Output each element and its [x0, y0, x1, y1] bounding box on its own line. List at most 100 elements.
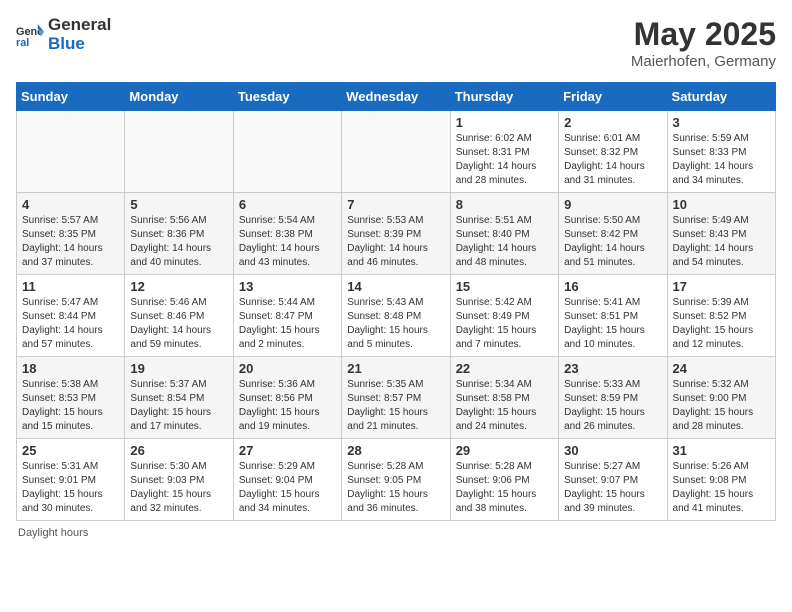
day-number: 13 [239, 279, 336, 294]
calendar-day-cell: 15Sunrise: 5:42 AM Sunset: 8:49 PM Dayli… [450, 275, 558, 357]
day-info: Sunrise: 5:46 AM Sunset: 8:46 PM Dayligh… [130, 296, 227, 352]
calendar-day-cell: 21 Sunrise: 5:35 AM Sunset: 8:57 PM Dayli… [342, 357, 450, 439]
day-number: 22 [456, 361, 553, 376]
day-number: 7 [347, 197, 444, 212]
day-number: 29 [456, 443, 553, 458]
calendar-day-header: Thursday [450, 83, 558, 111]
day-info: Sunrise: 5:29 AM Sunset: 9:04 PM Dayligh… [239, 460, 336, 516]
day-number: 12 [130, 279, 227, 294]
day-number: 31 [673, 443, 770, 458]
day-info: Sunrise: 5:39 AM Sunset: 8:52 PM Dayligh… [673, 296, 770, 352]
calendar-day-cell: 8Sunrise: 5:51 AM Sunset: 8:40 PM Daylig… [450, 193, 558, 275]
calendar-day-cell: 18 Sunrise: 5:38 AM Sunset: 8:53 PM Dayli… [17, 357, 125, 439]
day-number: 23 [564, 361, 661, 376]
footer-note: Daylight hours [16, 527, 776, 539]
day-info: Sunrise: 5:44 AM Sunset: 8:47 PM Dayligh… [239, 296, 336, 352]
day-number: 6 [239, 197, 336, 212]
calendar-day-cell [17, 111, 125, 193]
calendar-day-cell: 20Sunrise: 5:36 AM Sunset: 8:56 PM Dayli… [233, 357, 341, 439]
day-info: Sunrise: 5:38 AM Sunset: 8:53 PM Dayligh… [22, 378, 119, 434]
calendar-day-cell: 12 Sunrise: 5:46 AM Sunset: 8:46 PM Dayli… [125, 275, 233, 357]
calendar-day-cell: 9 Sunrise: 5:50 AM Sunset: 8:42 PM Daylig… [559, 193, 667, 275]
day-number: 15 [456, 279, 553, 294]
calendar-header-row: SundayMondayTuesdayWednesdayThursdayFrid… [17, 83, 776, 111]
day-info: Sunrise: 5:43 AM Sunset: 8:48 PM Dayligh… [347, 296, 444, 352]
day-number: 4 [22, 197, 119, 212]
day-number: 9 [564, 197, 661, 212]
day-info: Sunrise: 5:28 AM Sunset: 9:05 PM Dayligh… [347, 460, 444, 516]
calendar-day-cell: 6Sunrise: 5:54 AM Sunset: 8:38 PM Daylig… [233, 193, 341, 275]
page-header: Gene ral General Blue May 2025 Maierhofe… [16, 16, 776, 70]
day-number: 28 [347, 443, 444, 458]
calendar-day-cell: 25Sunrise: 5:31 AM Sunset: 9:01 PM Dayli… [17, 439, 125, 521]
calendar-day-cell: 11 Sunrise: 5:47 AM Sunset: 8:44 PM Dayli… [17, 275, 125, 357]
calendar-day-cell: 16 Sunrise: 5:41 AM Sunset: 8:51 PM Dayli… [559, 275, 667, 357]
day-info: Sunrise: 5:35 AM Sunset: 8:57 PM Dayligh… [347, 378, 444, 434]
day-info: Sunrise: 5:37 AM Sunset: 8:54 PM Dayligh… [130, 378, 227, 434]
day-number: 11 [22, 279, 119, 294]
day-number: 26 [130, 443, 227, 458]
calendar-week-row: 18 Sunrise: 5:38 AM Sunset: 8:53 PM Dayli… [17, 357, 776, 439]
calendar-week-row: 25Sunrise: 5:31 AM Sunset: 9:01 PM Dayli… [17, 439, 776, 521]
calendar-day-cell: 23 Sunrise: 5:33 AM Sunset: 8:59 PM Dayli… [559, 357, 667, 439]
calendar-day-cell [342, 111, 450, 193]
calendar-week-row: 4Sunrise: 5:57 AM Sunset: 8:35 PM Daylig… [17, 193, 776, 275]
calendar-day-cell: 29 Sunrise: 5:28 AM Sunset: 9:06 PM Dayli… [450, 439, 558, 521]
calendar-day-cell [125, 111, 233, 193]
title-block: May 2025 Maierhofen, Germany [631, 16, 776, 70]
svg-text:ral: ral [16, 37, 29, 49]
calendar-day-cell: 10 Sunrise: 5:49 AM Sunset: 8:43 PM Dayli… [667, 193, 775, 275]
day-number: 2 [564, 115, 661, 130]
calendar-week-row: 11 Sunrise: 5:47 AM Sunset: 8:44 PM Dayli… [17, 275, 776, 357]
day-info: Sunrise: 5:50 AM Sunset: 8:42 PM Dayligh… [564, 214, 661, 270]
day-number: 24 [673, 361, 770, 376]
calendar-day-header: Friday [559, 83, 667, 111]
calendar-week-row: 1 Sunrise: 6:02 AM Sunset: 8:31 PM Daylig… [17, 111, 776, 193]
logo: Gene ral General Blue [16, 16, 111, 53]
calendar-day-cell: 5 Sunrise: 5:56 AM Sunset: 8:36 PM Daylig… [125, 193, 233, 275]
logo-blue: Blue [48, 35, 111, 54]
day-info: Sunrise: 5:49 AM Sunset: 8:43 PM Dayligh… [673, 214, 770, 270]
calendar-day-cell: 17 Sunrise: 5:39 AM Sunset: 8:52 PM Dayli… [667, 275, 775, 357]
day-info: Sunrise: 5:32 AM Sunset: 9:00 PM Dayligh… [673, 378, 770, 434]
day-info: Sunrise: 5:56 AM Sunset: 8:36 PM Dayligh… [130, 214, 227, 270]
day-number: 5 [130, 197, 227, 212]
calendar-day-cell: 13 Sunrise: 5:44 AM Sunset: 8:47 PM Dayli… [233, 275, 341, 357]
day-info: Sunrise: 5:28 AM Sunset: 9:06 PM Dayligh… [456, 460, 553, 516]
day-number: 16 [564, 279, 661, 294]
day-info: Sunrise: 6:01 AM Sunset: 8:32 PM Dayligh… [564, 132, 661, 188]
day-info: Sunrise: 5:51 AM Sunset: 8:40 PM Dayligh… [456, 214, 553, 270]
day-info: Sunrise: 5:41 AM Sunset: 8:51 PM Dayligh… [564, 296, 661, 352]
calendar-day-cell: 7Sunrise: 5:53 AM Sunset: 8:39 PM Daylig… [342, 193, 450, 275]
day-number: 30 [564, 443, 661, 458]
day-number: 21 [347, 361, 444, 376]
day-info: Sunrise: 5:31 AM Sunset: 9:01 PM Dayligh… [22, 460, 119, 516]
calendar-day-cell: 26 Sunrise: 5:30 AM Sunset: 9:03 PM Dayli… [125, 439, 233, 521]
day-number: 17 [673, 279, 770, 294]
logo-icon: Gene ral [16, 21, 44, 49]
day-number: 10 [673, 197, 770, 212]
calendar-day-cell: 4Sunrise: 5:57 AM Sunset: 8:35 PM Daylig… [17, 193, 125, 275]
calendar-day-header: Sunday [17, 83, 125, 111]
location: Maierhofen, Germany [631, 53, 776, 70]
logo-general: General [48, 16, 111, 35]
day-info: Sunrise: 5:33 AM Sunset: 8:59 PM Dayligh… [564, 378, 661, 434]
day-number: 18 [22, 361, 119, 376]
calendar-day-cell: 2 Sunrise: 6:01 AM Sunset: 8:32 PM Daylig… [559, 111, 667, 193]
calendar-day-cell: 14 Sunrise: 5:43 AM Sunset: 8:48 PM Dayli… [342, 275, 450, 357]
calendar-day-cell: 22Sunrise: 5:34 AM Sunset: 8:58 PM Dayli… [450, 357, 558, 439]
calendar-day-header: Wednesday [342, 83, 450, 111]
calendar-day-cell: 1 Sunrise: 6:02 AM Sunset: 8:31 PM Daylig… [450, 111, 558, 193]
calendar-day-header: Monday [125, 83, 233, 111]
day-info: Sunrise: 5:59 AM Sunset: 8:33 PM Dayligh… [673, 132, 770, 188]
day-info: Sunrise: 5:47 AM Sunset: 8:44 PM Dayligh… [22, 296, 119, 352]
day-number: 27 [239, 443, 336, 458]
day-number: 1 [456, 115, 553, 130]
month-title: May 2025 [631, 16, 776, 53]
day-info: Sunrise: 5:30 AM Sunset: 9:03 PM Dayligh… [130, 460, 227, 516]
day-info: Sunrise: 6:02 AM Sunset: 8:31 PM Dayligh… [456, 132, 553, 188]
day-number: 19 [130, 361, 227, 376]
day-info: Sunrise: 5:27 AM Sunset: 9:07 PM Dayligh… [564, 460, 661, 516]
calendar-day-cell: 19 Sunrise: 5:37 AM Sunset: 8:54 PM Dayli… [125, 357, 233, 439]
day-number: 14 [347, 279, 444, 294]
